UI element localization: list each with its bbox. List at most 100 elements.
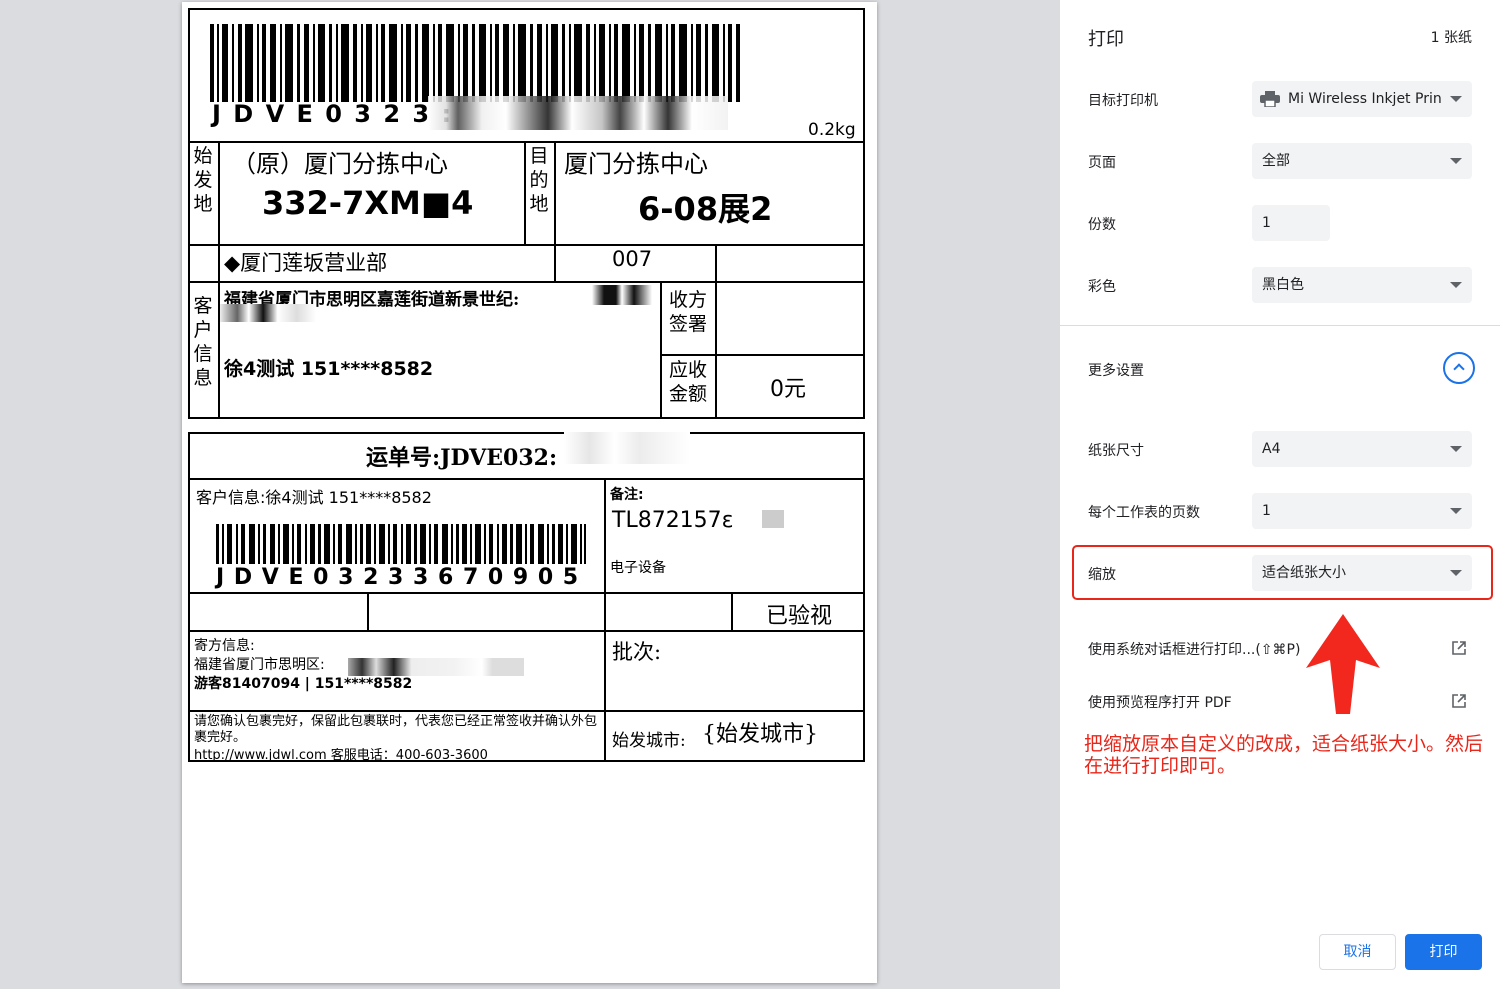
section-divider <box>1060 325 1500 326</box>
chevron-down-icon <box>1450 282 1462 288</box>
divider <box>604 478 606 762</box>
bottom-barcode <box>216 524 586 564</box>
color-value: 黑白色 <box>1262 277 1304 293</box>
privacy-mosaic <box>220 304 316 322</box>
chevron-down-icon <box>1450 446 1462 452</box>
pages-per-sheet-select[interactable]: 1 <box>1252 493 1472 529</box>
destination-code: 6-08展2 <box>638 190 773 228</box>
pages-value: 全部 <box>1262 153 1290 169</box>
remark-value: TL872157ε <box>612 508 734 533</box>
customer-info: 客户信息:徐4测试 151****8582 <box>196 488 432 507</box>
divider <box>188 478 865 480</box>
sender-contact: 游客81407094 | 151****8582 <box>194 676 413 692</box>
sheet-count: 1 张纸 <box>1430 30 1472 46</box>
destination-printer-label: 目标打印机 <box>1088 93 1158 109</box>
branch-code: 007 <box>612 247 653 271</box>
color-label: 彩色 <box>1088 279 1116 295</box>
remark-item: 电子设备 <box>610 560 666 576</box>
annotation-note: 把缩放原本自定义的改成，适合纸张大小。然后在进行打印即可。 <box>1084 733 1484 777</box>
divider <box>554 141 556 281</box>
divider <box>660 281 662 419</box>
tracking-barcode <box>210 24 740 102</box>
paper-size-value: A4 <box>1262 441 1281 457</box>
red-arrow-annotation <box>1306 614 1380 714</box>
scale-value: 适合纸张大小 <box>1262 565 1346 581</box>
divider <box>715 244 717 281</box>
amount-label: 应收金额 <box>668 359 707 405</box>
chevron-down-icon <box>1450 508 1462 514</box>
waybill-number: 运单号:JDVE032: <box>366 445 558 471</box>
collapse-more-settings-button[interactable] <box>1443 352 1475 384</box>
divider <box>188 244 865 246</box>
barcode-number-top: J D V E 0 3 2 3 : <box>212 100 454 128</box>
destination-header: 目的地 <box>529 145 549 215</box>
sender-label: 寄方信息: <box>194 638 255 654</box>
origin-city-value: {始发城市} <box>702 722 818 747</box>
barcode-number-bottom: J D V E 0 3 2 3 3 6 7 0 9 0 5 <box>216 565 580 590</box>
print-button[interactable]: 打印 <box>1405 934 1482 970</box>
amount-value: 0元 <box>770 377 806 402</box>
print-preview-area: J D V E 0 3 2 3 : 0.2kg 始发地 （原）厦门分拣中心 33… <box>0 0 1060 989</box>
dialog-title: 打印 <box>1088 29 1124 50</box>
system-dialog-link[interactable]: 使用系统对话框进行打印...(⇧⌘P) <box>1088 639 1300 659</box>
divider <box>731 592 733 630</box>
origin-code: 332-7XM■4 <box>262 184 474 222</box>
pages-per-sheet-value: 1 <box>1262 503 1271 519</box>
scale-select[interactable]: 适合纸张大小 <box>1252 555 1472 591</box>
divider <box>188 710 604 712</box>
divider <box>715 281 717 419</box>
sign-label: 收方签署 <box>668 289 707 335</box>
color-select[interactable]: 黑白色 <box>1252 267 1472 303</box>
label-lower-frame <box>188 432 865 762</box>
disclaimer-text: 请您确认包裹完好，保留此包裹联时，代表您已经正常签收并确认外包裹完好。 <box>194 714 598 745</box>
chevron-down-icon <box>1450 158 1462 164</box>
chevron-down-icon <box>1450 96 1462 102</box>
divider <box>604 710 865 712</box>
privacy-mosaic <box>762 510 784 528</box>
printer-icon <box>1260 91 1280 107</box>
footer-url: http://www.jdwl.com 客服电话：400-603-3600 <box>194 748 488 760</box>
destination-center: 厦门分拣中心 <box>564 150 708 178</box>
batch-label: 批次: <box>612 640 662 664</box>
pages-select[interactable]: 全部 <box>1252 143 1472 179</box>
customer-header: 客户信息 <box>193 295 213 389</box>
divider <box>524 141 526 244</box>
open-external-icon[interactable] <box>1452 694 1466 708</box>
scale-label: 缩放 <box>1088 567 1116 583</box>
chevron-up-icon <box>1453 363 1465 375</box>
printer-value: Mi Wireless Inkjet Prin <box>1288 91 1442 107</box>
origin-header: 始发地 <box>193 145 213 215</box>
cancel-button[interactable]: 取消 <box>1319 934 1396 970</box>
divider <box>188 281 865 283</box>
divider <box>367 592 369 630</box>
privacy-mosaic <box>564 432 690 464</box>
inspected-text: 已验视 <box>766 604 833 629</box>
pages-per-sheet-label: 每个工作表的页数 <box>1088 505 1200 521</box>
shipping-label: J D V E 0 3 2 3 : 0.2kg 始发地 （原）厦门分拣中心 33… <box>182 2 877 983</box>
branch-name: ◆厦门莲坂营业部 <box>224 251 388 275</box>
privacy-mosaic <box>592 285 652 305</box>
copies-label: 份数 <box>1088 217 1116 233</box>
divider <box>660 354 865 356</box>
divider <box>188 592 865 594</box>
divider <box>188 141 865 143</box>
preview-page: J D V E 0 3 2 3 : 0.2kg 始发地 （原）厦门分拣中心 33… <box>182 2 877 983</box>
copies-input[interactable]: 1 <box>1252 205 1330 241</box>
sender-address: 福建省厦门市思明区: <box>194 657 325 673</box>
more-settings-label: 更多设置 <box>1088 363 1144 379</box>
customer-contact: 徐4测试 151****8582 <box>224 358 434 380</box>
divider <box>188 630 865 632</box>
printer-select[interactable]: Mi Wireless Inkjet Prin <box>1252 81 1472 117</box>
weight-text: 0.2kg <box>808 120 856 140</box>
chevron-down-icon <box>1450 570 1462 576</box>
privacy-mosaic <box>428 96 728 130</box>
paper-size-label: 纸张尺寸 <box>1088 443 1144 459</box>
divider <box>218 141 220 419</box>
open-pdf-link[interactable]: 使用预览程序打开 PDF <box>1088 692 1232 712</box>
open-external-icon[interactable] <box>1452 641 1466 655</box>
remark-label: 备注: <box>610 487 644 503</box>
origin-city-label: 始发城市: <box>612 731 686 751</box>
paper-size-select[interactable]: A4 <box>1252 431 1472 467</box>
pages-label: 页面 <box>1088 155 1116 171</box>
origin-center: （原）厦门分拣中心 <box>232 150 448 178</box>
